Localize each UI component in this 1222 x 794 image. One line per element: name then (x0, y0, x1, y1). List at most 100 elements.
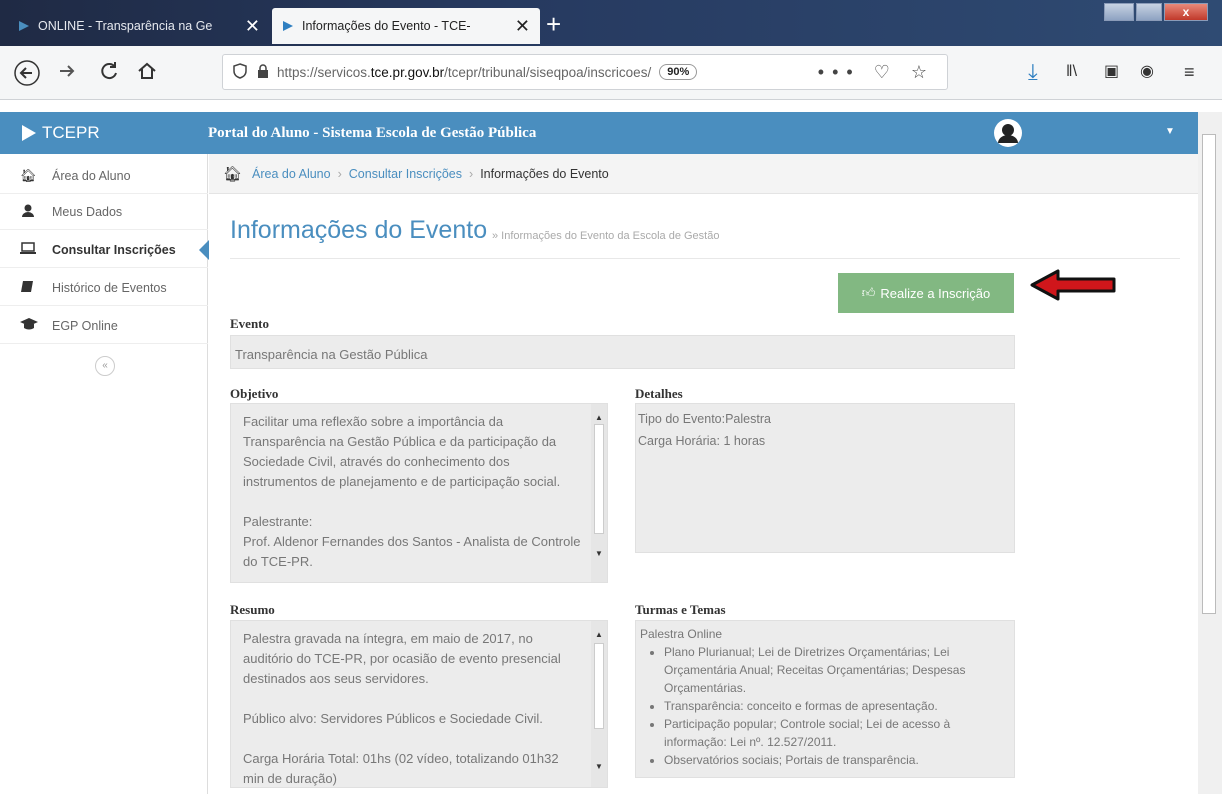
window-controls: x (1104, 3, 1208, 21)
evento-label: Evento (230, 316, 269, 331)
turma-group-title: Palestra Online (640, 627, 723, 641)
book-icon (20, 280, 36, 296)
breadcrumb-item-area-do-aluno[interactable]: Área do Aluno (252, 167, 331, 181)
breadcrumb: 🏠︎ Área do Aluno › Consultar Inscrições … (209, 154, 1198, 194)
carga-horaria: Carga Horária: 1 horas (638, 434, 766, 448)
page-title: Informações do Evento (230, 216, 488, 244)
breadcrumb-current: Informações do Evento (480, 166, 609, 181)
objetivo-scrollbar[interactable]: ▲ ▼ (591, 404, 607, 582)
url-prefix: https://servicos. (277, 64, 371, 80)
realize-inscricao-button[interactable]: 👍︎ Realize a Inscrição (838, 273, 1014, 313)
scroll-up-icon[interactable]: ▲ (595, 625, 603, 645)
page-scrollbar[interactable] (1198, 112, 1222, 794)
sidebar-item-label: Consultar Inscrições (52, 242, 176, 257)
reload-icon[interactable] (98, 60, 120, 87)
back-arrow-icon[interactable] (14, 60, 40, 91)
sidebar-item-label: Meus Dados (52, 204, 123, 219)
breadcrumb-item-consultar-inscricoes[interactable]: Consultar Inscrições (349, 167, 462, 181)
objetivo-text: Prof. Aldenor Fernandes dos Santos - Ana… (243, 534, 581, 569)
download-icon[interactable]: ⤓ (1028, 60, 1038, 84)
sidebar-item-meus-dados[interactable]: Meus Dados (0, 194, 208, 230)
laptop-icon (20, 242, 36, 257)
temas-list: Plano Plurianual; Lei de Diretrizes Orça… (664, 643, 1010, 769)
brand-name: TCEPR (42, 123, 100, 142)
resumo-text: Palestra gravada na íntegra, em maio de … (243, 631, 561, 686)
resumo-textarea[interactable]: Palestra gravada na íntegra, em maio de … (230, 620, 608, 788)
browser-tab-informacoes[interactable]: Informações do Evento - TCE- ✕ (272, 8, 540, 44)
sidebar-item-area-do-aluno[interactable]: 🏠︎ Área do Aluno (0, 158, 208, 194)
tab-close-icon[interactable]: ✕ (245, 16, 260, 37)
user-icon (20, 204, 36, 220)
sidebar-item-historico-de-eventos[interactable]: Histórico de Eventos (0, 270, 208, 306)
sidebar-item-label: Área do Aluno (52, 168, 131, 183)
bookmark-star-icon[interactable]: ☆ (911, 62, 935, 82)
breadcrumb-separator: › (337, 166, 342, 181)
resumo-text: Público alvo: Servidores Públicos e Soci… (243, 711, 543, 726)
tipo-do-evento: Tipo do Evento:Palestra (638, 412, 771, 426)
scroll-down-icon[interactable]: ▼ (595, 544, 603, 564)
hamburger-menu-icon[interactable]: ≡ (1184, 60, 1195, 84)
tab-favicon-icon (283, 21, 293, 31)
user-avatar-icon[interactable] (993, 118, 1023, 148)
evento-field: Transparência na Gestão Pública (230, 335, 1015, 369)
sidebar-item-label: Histórico de Eventos (52, 280, 167, 295)
page-scrollbar-thumb[interactable] (1202, 134, 1216, 614)
page-subtitle: » Informações do Evento da Escola de Ges… (492, 230, 720, 242)
breadcrumb-home-icon[interactable]: 🏠︎ (223, 165, 242, 183)
new-tab-icon[interactable]: + (546, 11, 561, 37)
resumo-text: Carga Horária Total: 01hs (02 vídeo, tot… (243, 751, 559, 786)
url-bar[interactable]: https://servicos. tce.pr.gov.br/tcepr/tri… (222, 54, 948, 90)
pocket-icon[interactable]: ♡ (874, 62, 898, 82)
tema-item: Observatórios sociais; Portais de transp… (664, 751, 1010, 769)
sidebar-item-consultar-inscricoes[interactable]: Consultar Inscrições (0, 232, 209, 268)
portal-title: Portal do Aluno - Sistema Escola de Gest… (208, 125, 537, 141)
tema-item: Plano Plurianual; Lei de Diretrizes Orça… (664, 643, 1010, 697)
minimize-icon[interactable] (1104, 3, 1134, 21)
tab-title: ONLINE - Transparência na Ge (38, 19, 213, 33)
play-triangle-icon (22, 125, 36, 141)
sidebar: 🏠︎ Área do Aluno Meus Dados Consultar In… (0, 154, 209, 794)
library-icon[interactable]: ‖\ (1066, 60, 1077, 84)
window-close-icon[interactable]: x (1164, 3, 1208, 21)
sidebar-item-label: EGP Online (52, 318, 118, 333)
tema-item: Transparência: conceito e formas de apre… (664, 697, 1010, 715)
graduation-cap-icon (20, 318, 38, 333)
page-actions: ••• ♡ ☆ (818, 62, 935, 83)
scrollbar-thumb[interactable] (594, 643, 604, 729)
brand-logo[interactable]: TCEPR (0, 112, 200, 154)
objetivo-label: Objetivo (230, 386, 279, 401)
title-divider (230, 258, 1180, 259)
tema-item: Participação popular; Controle social; L… (664, 715, 1010, 751)
resumo-label: Resumo (230, 602, 275, 617)
turmas-label: Turmas e Temas (635, 602, 726, 617)
sidebar-collapse-icon[interactable]: « (95, 356, 115, 376)
more-actions-icon[interactable]: ••• (818, 62, 861, 82)
shield-icon[interactable] (233, 62, 247, 82)
scrollbar-thumb[interactable] (594, 424, 604, 534)
account-icon[interactable]: ◉ (1140, 60, 1154, 84)
zoom-level-badge[interactable]: 90% (659, 64, 698, 80)
red-arrow-icon (1030, 269, 1116, 301)
sidebar-item-egp-online[interactable]: EGP Online (0, 308, 208, 344)
resumo-scrollbar[interactable]: ▲ ▼ (591, 621, 607, 787)
detalhes-label: Detalhes (635, 386, 683, 401)
reader-view-icon[interactable]: ▣ (1104, 60, 1119, 84)
tab-close-icon[interactable]: ✕ (515, 16, 530, 37)
maximize-icon[interactable] (1136, 3, 1162, 21)
home-icon: 🏠︎ (20, 167, 37, 183)
forward-arrow-icon[interactable] (56, 60, 78, 87)
objetivo-textarea[interactable]: Facilitar uma reflexão sobre a importânc… (230, 403, 608, 583)
objetivo-text: Palestrante: (243, 514, 313, 529)
browser-tab-online[interactable]: ONLINE - Transparência na Ge ✕ (8, 8, 270, 44)
home-icon[interactable] (136, 60, 158, 87)
user-menu-caret-icon[interactable]: ▼ (1165, 126, 1175, 137)
scroll-down-icon[interactable]: ▼ (595, 757, 603, 777)
thumbs-up-icon: 👍︎ (861, 285, 876, 300)
browser-tab-bar: ONLINE - Transparência na Ge ✕ Informaçõ… (0, 0, 1222, 46)
url-path: /tcepr/tribunal/siseqpoa/inscricoes/ (444, 64, 652, 80)
tab-favicon-icon (19, 21, 29, 31)
detalhes-box: Tipo do Evento:Palestra Carga Horária: 1… (635, 403, 1015, 553)
objetivo-text: Facilitar uma reflexão sobre a importânc… (243, 414, 561, 489)
browser-nav-bar: https://servicos. tce.pr.gov.br/tcepr/tri… (0, 46, 1222, 100)
url-domain: tce.pr.gov.br (370, 64, 445, 80)
